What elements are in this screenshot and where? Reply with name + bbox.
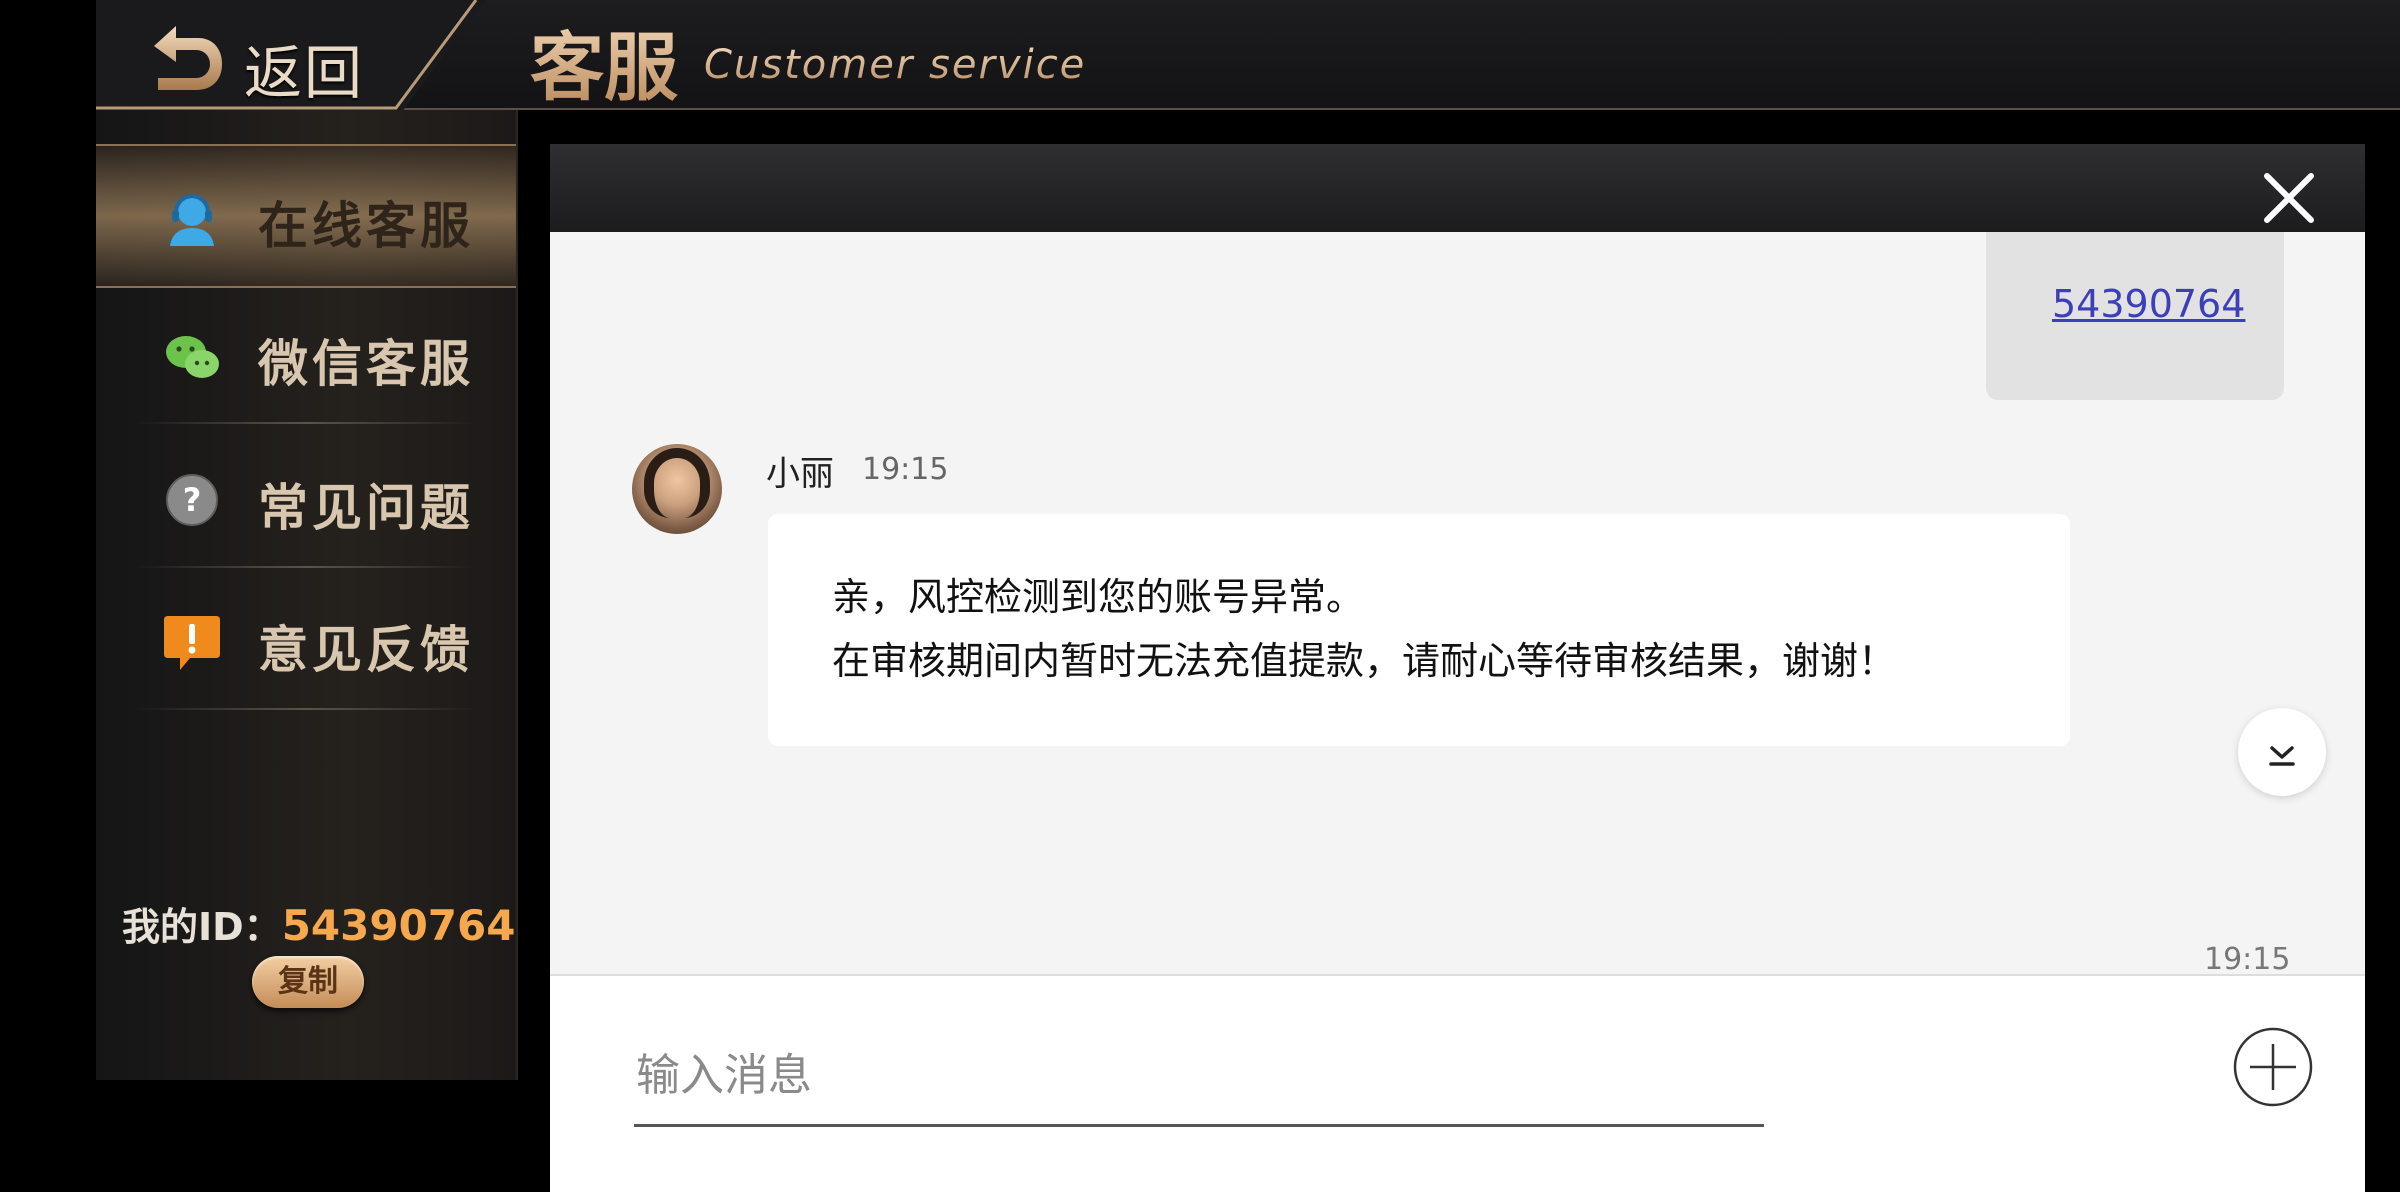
message-input[interactable]	[634, 1026, 1764, 1127]
divider	[136, 422, 476, 424]
message-timestamp: 19:15	[862, 452, 949, 487]
close-icon[interactable]	[2261, 170, 2317, 226]
svg-text:?: ?	[183, 481, 202, 519]
sidebar-item-faq[interactable]: ? 常见问题	[96, 428, 516, 568]
support-agent-icon	[170, 194, 214, 246]
add-attachment-icon[interactable]	[2232, 1026, 2314, 1108]
sidebar-item-wechat-service[interactable]: 微信客服	[96, 284, 516, 424]
message-line: 亲，风控检测到您的账号异常。	[832, 575, 1365, 619]
avatar-hair	[644, 448, 710, 518]
sidebar-item-label: 常见问题	[258, 479, 474, 537]
sidebar-item-label: 意见反馈	[258, 621, 474, 679]
sent-message-link[interactable]: 54390764	[2052, 282, 2245, 326]
wechat-icon	[166, 336, 219, 378]
message-timestamp: 19:15	[2204, 942, 2291, 974]
divider	[136, 708, 476, 710]
chevron-down-icon	[2269, 746, 2295, 766]
feedback-icon	[164, 616, 220, 670]
back-arrow-icon	[154, 26, 222, 90]
received-message-bubble: 亲，风控检测到您的账号异常。 在审核期间内暂时无法充值提款，请耐心等待审核结果，…	[768, 514, 2070, 746]
divider	[136, 566, 476, 568]
sidebar: 在线客服 微信客服 ? 常见问题 意见反馈 我的ID：54390764 复制	[96, 110, 518, 1080]
copy-id-button[interactable]: 复制	[252, 956, 364, 1008]
sidebar-item-label: 微信客服	[258, 335, 474, 393]
sidebar-item-label: 在线客服	[258, 197, 474, 255]
back-label: 返回	[244, 39, 365, 107]
sidebar-item-online-service[interactable]: 在线客服	[96, 144, 516, 288]
chat-panel: 54390764 小丽 19:15 亲，风控检测到您的账号异常。 在审核期间内暂…	[550, 144, 2365, 1192]
sent-message-bubble: 54390764	[1986, 232, 2284, 400]
my-id-value: 54390764	[281, 901, 516, 950]
back-button[interactable]: 返回	[96, 0, 486, 120]
scroll-to-bottom-button[interactable]	[2238, 708, 2326, 796]
page-subtitle: Customer service	[704, 42, 1087, 88]
top-bar: 返回 客服 Customer service	[96, 0, 2400, 120]
page-title: 客服	[530, 8, 678, 115]
message-list[interactable]: 54390764 小丽 19:15 亲，风控检测到您的账号异常。 在审核期间内暂…	[550, 232, 2365, 974]
sidebar-item-feedback[interactable]: 意见反馈	[96, 570, 516, 710]
avatar[interactable]	[632, 444, 722, 534]
agent-name: 小丽	[766, 454, 834, 494]
question-icon: ?	[166, 474, 218, 526]
chat-panel-header	[550, 144, 2365, 232]
my-id-label: 我的ID：	[122, 905, 282, 949]
message-input-bar	[550, 974, 2365, 1192]
my-id: 我的ID：54390764	[122, 896, 515, 951]
message-line: 在审核期间内暂时无法充值提款，请耐心等待审核结果，谢谢！	[832, 639, 1897, 683]
